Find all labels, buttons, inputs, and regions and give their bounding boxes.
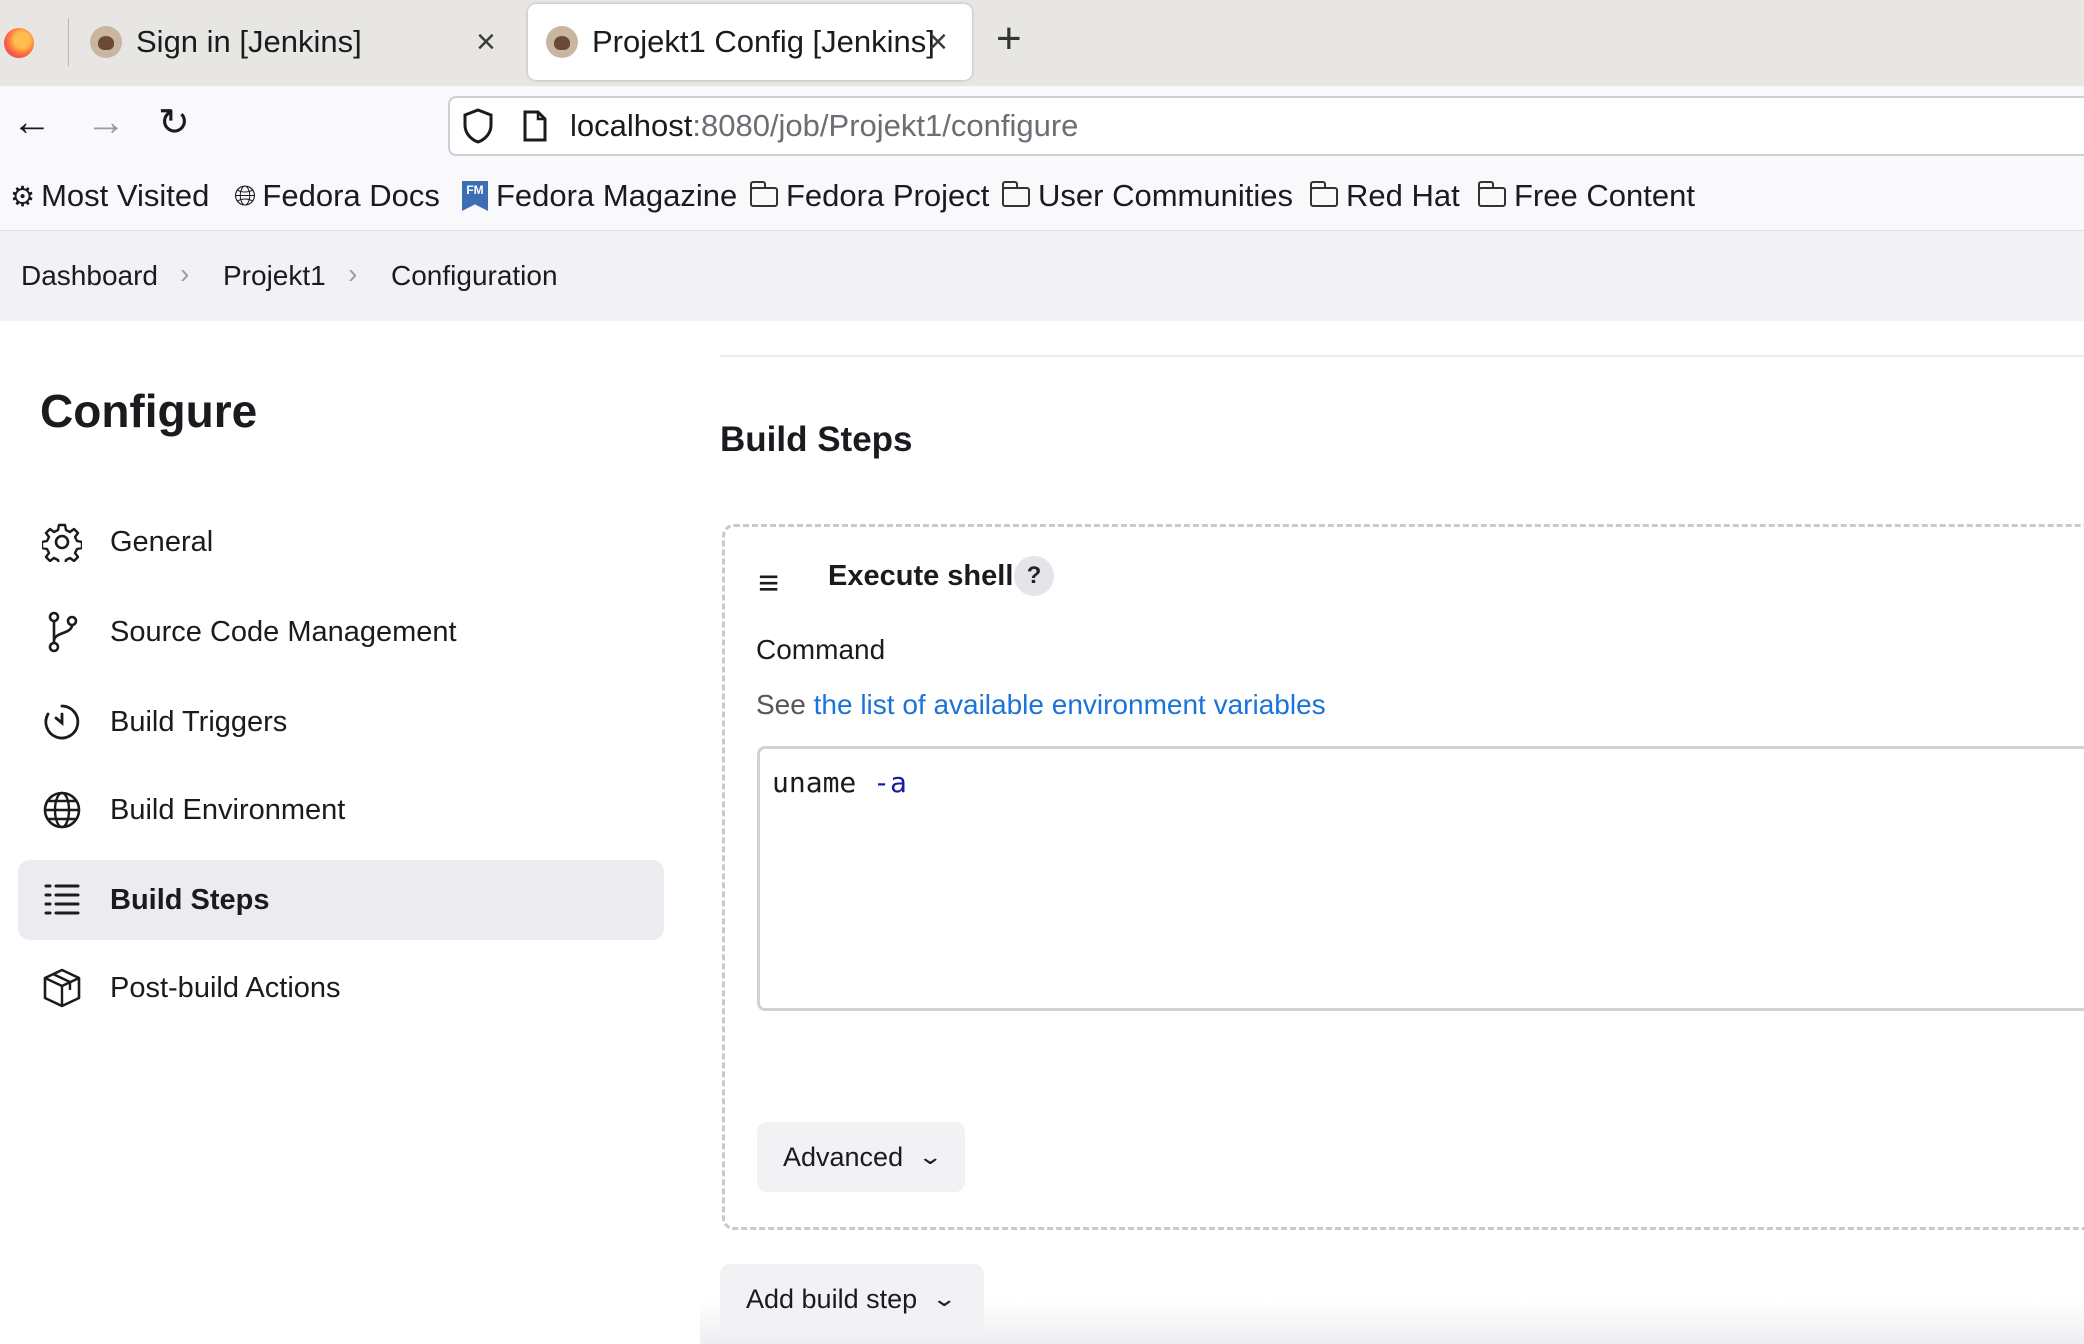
branch-icon [40, 610, 84, 654]
package-icon [40, 966, 84, 1010]
globe-icon [40, 788, 84, 832]
bookmark-label: Fedora Docs [262, 178, 440, 213]
bookmark-label: Fedora Magazine [496, 178, 738, 213]
command-textarea[interactable] [757, 746, 2084, 1011]
bookmark-fedora-magazine[interactable]: FM Fedora Magazine [462, 178, 737, 214]
bookmark-label: Free Content [1514, 178, 1695, 213]
command-label: Command [756, 634, 886, 665]
command-name: uname [772, 766, 857, 799]
sidebar-item-build-environment[interactable]: Build Environment [18, 770, 664, 850]
url-text[interactable]: localhost:8080/job/Projekt1/configure [570, 108, 1078, 144]
folder-icon [1001, 181, 1030, 207]
tab-title: Projekt1 Config [Jenkins] [592, 24, 935, 59]
close-tab-icon[interactable]: × [476, 23, 496, 62]
breadcrumb-projekt1[interactable]: Projekt1 [223, 260, 326, 292]
sidebar-item-build-steps[interactable]: Build Steps [18, 860, 664, 940]
command-value[interactable]: uname -a [772, 766, 907, 799]
sidebar-item-label: Source Code Management [110, 615, 457, 648]
bookmark-fedora-docs[interactable]: 🌐︎ Fedora Docs [234, 178, 440, 214]
step-title: Execute shell [828, 560, 1014, 592]
sidebar-item-label: General [110, 525, 214, 558]
breadcrumb-chevron-icon: › [180, 258, 190, 289]
globe-icon: 🌐︎ [234, 179, 257, 211]
bookmark-most-visited[interactable]: ⚙ Most Visited [10, 178, 209, 214]
reload-icon[interactable]: ↻ [158, 100, 190, 145]
env-prefix: See [756, 689, 814, 720]
bookmark-label: User Communities [1038, 178, 1293, 213]
jenkins-favicon-icon [90, 26, 122, 58]
gear-icon: ⚙ [10, 180, 36, 212]
breadcrumb-configuration[interactable]: Configuration [391, 260, 558, 292]
bookmark-label: Most Visited [41, 178, 210, 213]
folder-icon [749, 181, 778, 207]
list-icon [40, 878, 84, 922]
sidebar-item-label: Build Steps [110, 883, 270, 916]
folder-icon [1477, 181, 1506, 207]
back-icon[interactable]: ← [12, 100, 52, 145]
close-tab-icon[interactable]: × [928, 23, 948, 62]
forward-icon[interactable]: → [86, 100, 126, 145]
firefox-logo-icon[interactable] [4, 28, 34, 58]
drag-handle-icon[interactable]: ≡ [758, 562, 779, 604]
bookmark-red-hat[interactable]: Red Hat [1309, 178, 1460, 214]
sidebar-item-label: Post-build Actions [110, 971, 341, 1004]
tab-title: Sign in [Jenkins] [136, 24, 362, 59]
sidebar-item-label: Build Triggers [110, 705, 288, 738]
advanced-label: Advanced [783, 1141, 904, 1172]
help-button[interactable]: ? [1014, 556, 1054, 596]
url-host: localhost [570, 108, 693, 143]
chevron-down-icon: ⌄ [917, 1144, 944, 1169]
section-title: Build Steps [720, 420, 913, 459]
gear-icon [40, 520, 84, 564]
chevron-down-icon: ⌄ [931, 1286, 958, 1311]
fedora-magazine-icon: FM [462, 181, 488, 211]
bookmark-free-content[interactable]: Free Content [1477, 178, 1695, 214]
command-flag: -a [873, 766, 907, 799]
breadcrumb-chevron-icon: › [348, 258, 358, 289]
jenkins-favicon-icon [546, 26, 578, 58]
bookmark-label: Red Hat [1346, 178, 1460, 213]
url-path: :8080/job/Projekt1/configure [692, 108, 1079, 143]
folder-icon [1309, 181, 1338, 207]
new-tab-icon[interactable]: + [996, 14, 1022, 64]
tab-divider [68, 18, 69, 66]
bookmark-user-communities[interactable]: User Communities [1001, 178, 1293, 214]
sidebar-item-source-code-management[interactable]: Source Code Management [18, 592, 664, 672]
page-title: Configure [40, 385, 258, 437]
env-variables-hint: See the list of available environment va… [756, 689, 1326, 721]
sidebar-item-post-build-actions[interactable]: Post-build Actions [18, 948, 664, 1028]
bookmark-label: Fedora Project [786, 178, 990, 213]
add-build-step-button[interactable]: Add build step ⌄ [720, 1264, 984, 1334]
section-divider [720, 355, 2084, 357]
breadcrumb-dashboard[interactable]: Dashboard [21, 260, 158, 292]
tab-sign-in[interactable]: Sign in [Jenkins] × [70, 4, 510, 80]
sidebar-item-general[interactable]: General [18, 502, 664, 582]
shield-icon[interactable] [462, 108, 494, 149]
clock-icon [40, 700, 84, 744]
add-build-step-label: Add build step [746, 1283, 918, 1314]
advanced-button[interactable]: Advanced ⌄ [757, 1122, 965, 1192]
sidebar-item-label: Build Environment [110, 793, 346, 826]
sidebar-item-build-triggers[interactable]: Build Triggers [18, 682, 664, 762]
page-icon [522, 110, 548, 147]
bookmark-fedora-project[interactable]: Fedora Project [749, 178, 990, 214]
tab-projekt1-config[interactable]: Projekt1 Config [Jenkins] × [528, 4, 972, 80]
env-variables-link[interactable]: the list of available environment variab… [814, 689, 1326, 720]
